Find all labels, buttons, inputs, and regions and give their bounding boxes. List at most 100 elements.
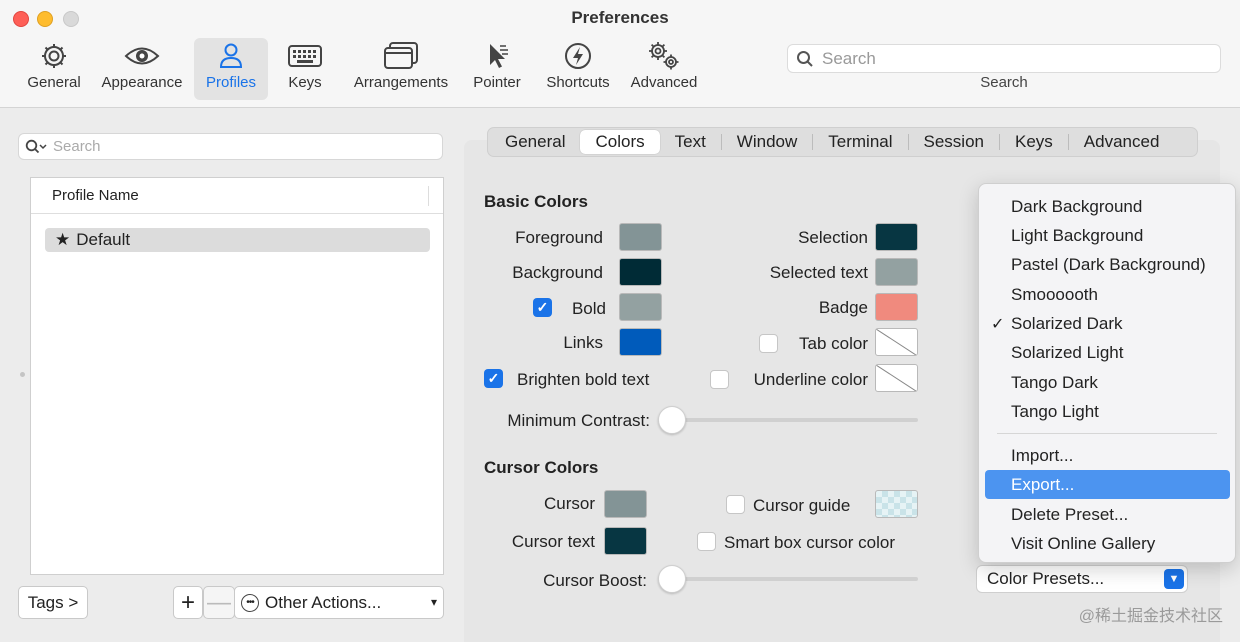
selected-text-label: Selected text	[769, 263, 868, 282]
toolbar-search-input[interactable]: Search	[787, 44, 1221, 73]
selection-color-well[interactable]	[875, 223, 918, 251]
badge-label: Badge	[818, 298, 868, 317]
underline-color-checkbox[interactable]	[710, 370, 729, 389]
menu-item-smoooooth[interactable]: Smoooooth	[985, 280, 1230, 309]
toolbar-appearance[interactable]: Appearance	[98, 38, 186, 100]
profile-name-column-header[interactable]: Profile Name	[31, 178, 443, 214]
underline-color-label: Underline color	[753, 370, 868, 389]
preferences-window: Preferences General Appearance Profiles …	[0, 0, 1240, 642]
minimum-contrast-label: Minimum Contrast:	[507, 411, 650, 430]
pointer-icon	[482, 40, 512, 72]
menu-item-light-background[interactable]: Light Background	[985, 221, 1230, 250]
toolbar-keys[interactable]: Keys	[282, 38, 328, 100]
toolbar: Preferences General Appearance Profiles …	[0, 0, 1240, 108]
brighten-bold-checkbox[interactable]: ✓	[484, 369, 503, 388]
profile-search-placeholder: Search	[53, 138, 101, 155]
tab-color-checkbox[interactable]	[759, 334, 778, 353]
links-label: Links	[563, 333, 603, 352]
minimum-contrast-knob[interactable]	[658, 406, 686, 434]
foreground-color-well[interactable]	[619, 223, 662, 251]
toolbar-pointer[interactable]: Pointer	[470, 38, 524, 100]
cursor-color-well[interactable]	[604, 490, 647, 518]
menu-item-delete-preset[interactable]: Delete Preset...	[985, 500, 1230, 529]
color-presets-button[interactable]: Color Presets... ▼	[976, 565, 1188, 593]
search-icon	[25, 139, 47, 153]
links-color-well[interactable]	[619, 328, 662, 356]
toolbar-label: Advanced	[630, 74, 698, 91]
profile-search-input[interactable]: Search	[18, 133, 443, 160]
cursor-text-label: Cursor text	[511, 532, 595, 551]
color-presets-menu: Dark Background Light Background Pastel …	[978, 183, 1236, 563]
tab-keys[interactable]: Keys	[1000, 130, 1068, 154]
checkmark-icon: ✓	[991, 315, 1005, 333]
bold-color-well[interactable]	[619, 293, 662, 321]
bold-checkbox[interactable]: ✓	[533, 298, 552, 317]
menu-separator	[997, 433, 1217, 434]
profile-list: Profile Name ★ Default	[30, 177, 444, 575]
cursor-guide-checkbox[interactable]	[726, 495, 745, 514]
toolbar-advanced[interactable]: Advanced	[628, 38, 700, 100]
column-header-label: Profile Name	[52, 187, 139, 204]
person-icon	[216, 40, 246, 72]
menu-item-export[interactable]: Export...	[985, 470, 1230, 499]
menu-item-solarized-dark[interactable]: ✓ Solarized Dark	[985, 309, 1230, 338]
brighten-bold-label: Brighten bold text	[517, 370, 650, 389]
search-icon	[797, 50, 813, 67]
cursor-boost-track[interactable]	[663, 577, 918, 581]
split-handle[interactable]	[20, 372, 25, 377]
lightning-icon	[563, 40, 593, 72]
tab-text[interactable]: Text	[660, 130, 721, 154]
tab-colors[interactable]: Colors	[580, 130, 660, 154]
toolbar-shortcuts[interactable]: Shortcuts	[542, 38, 614, 100]
remove-profile-button[interactable]: —	[203, 586, 235, 619]
empty-slash-icon	[876, 329, 917, 355]
toolbar-general[interactable]: General	[24, 38, 84, 100]
smart-box-cursor-checkbox[interactable]	[697, 532, 716, 551]
ellipsis-circle-icon: •••	[241, 593, 259, 612]
add-profile-button[interactable]: +	[173, 586, 203, 619]
cursor-label: Cursor	[543, 494, 595, 513]
search-placeholder: Search	[822, 48, 876, 68]
selected-text-color-well[interactable]	[875, 258, 918, 286]
cursor-guide-color-well[interactable]	[875, 490, 918, 518]
gear-icon	[39, 40, 69, 72]
toolbar-label: Keys	[288, 74, 322, 91]
tab-advanced[interactable]: Advanced	[1069, 130, 1175, 154]
toolbar-profiles[interactable]: Profiles	[194, 38, 268, 100]
background-color-well[interactable]	[619, 258, 662, 286]
tab-color-label: Tab color	[799, 334, 868, 353]
selection-label: Selection	[798, 228, 868, 247]
toolbar-arrangements[interactable]: Arrangements	[350, 38, 452, 100]
tab-window[interactable]: Window	[722, 130, 812, 154]
eye-icon	[124, 40, 160, 72]
smart-box-cursor-label: Smart box cursor color	[724, 533, 895, 552]
chevron-down-icon: ▼	[1164, 569, 1184, 589]
toolbar-label: Arrangements	[353, 74, 449, 91]
tab-session[interactable]: Session	[909, 130, 999, 154]
tags-button[interactable]: Tags >	[18, 586, 88, 619]
underline-color-well-empty[interactable]	[875, 364, 918, 392]
menu-item-import[interactable]: Import...	[985, 441, 1230, 470]
menu-item-tango-dark[interactable]: Tango Dark	[985, 368, 1230, 397]
gears-icon	[646, 40, 682, 72]
cursor-text-color-well[interactable]	[604, 527, 647, 555]
chevron-down-icon: ▾	[430, 595, 437, 609]
menu-item-dark-background[interactable]: Dark Background	[985, 192, 1230, 221]
menu-item-label: Solarized Dark	[1011, 313, 1123, 333]
tab-general[interactable]: General	[490, 130, 580, 154]
windows-icon	[383, 40, 419, 72]
cursor-boost-knob[interactable]	[658, 565, 686, 593]
menu-item-solarized-light[interactable]: Solarized Light	[985, 338, 1230, 367]
cursor-boost-label: Cursor Boost:	[543, 571, 647, 590]
other-actions-label: Other Actions...	[265, 592, 382, 612]
tab-color-well-empty[interactable]	[875, 328, 918, 356]
star-icon: ★	[55, 230, 71, 249]
menu-item-pastel-dark-background[interactable]: Pastel (Dark Background)	[985, 250, 1230, 279]
minimum-contrast-track[interactable]	[663, 418, 918, 422]
other-actions-button[interactable]: ••• Other Actions... ▾	[234, 586, 444, 619]
tab-terminal[interactable]: Terminal	[813, 130, 907, 154]
badge-color-well[interactable]	[875, 293, 918, 321]
menu-item-tango-light[interactable]: Tango Light	[985, 397, 1230, 426]
menu-item-visit-online-gallery[interactable]: Visit Online Gallery	[985, 529, 1230, 558]
profile-row-default[interactable]: ★ Default	[45, 228, 430, 252]
